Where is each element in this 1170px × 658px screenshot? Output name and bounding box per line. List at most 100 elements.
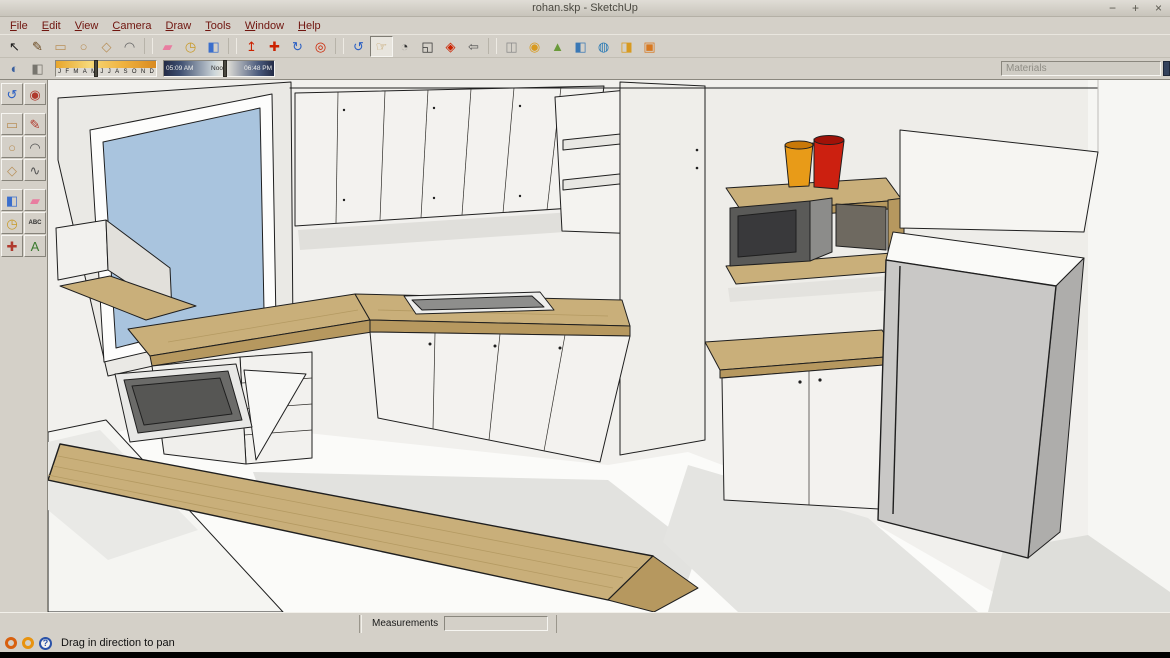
status-indicator-icon-1[interactable] bbox=[5, 637, 17, 649]
zoom-extents-icon: ◈ bbox=[446, 40, 456, 53]
eraser-button[interactable]: ▰ bbox=[156, 36, 179, 57]
circle-button[interactable]: ○ bbox=[72, 36, 95, 57]
rectangle-button[interactable]: ▭ bbox=[49, 36, 72, 57]
separator bbox=[556, 615, 557, 633]
zoom-extents-button[interactable]: ◈ bbox=[439, 36, 462, 57]
panel-edge-button[interactable] bbox=[1163, 61, 1170, 76]
paint-bucket-button[interactable]: ◧ bbox=[202, 36, 225, 57]
arc-button[interactable]: ◠ bbox=[24, 136, 46, 158]
polygon-button[interactable]: ◇ bbox=[1, 159, 23, 181]
title-bar: rohan.skp - SketchUp − + × bbox=[0, 0, 1170, 17]
materials-box[interactable]: Materials bbox=[1001, 61, 1161, 76]
orbit-icon: ↺ bbox=[7, 88, 18, 101]
menu-tools[interactable]: Tools bbox=[198, 19, 238, 33]
axes-button[interactable]: ✚ bbox=[1, 235, 23, 257]
viewport-3d-scene[interactable] bbox=[48, 80, 1170, 612]
offset-button[interactable]: ◎ bbox=[309, 36, 332, 57]
right-base-cabinets bbox=[705, 330, 898, 510]
polygon-icon: ◇ bbox=[102, 40, 112, 53]
pan-button[interactable]: ☞ bbox=[370, 36, 393, 57]
orbit-icon: ↺ bbox=[353, 40, 364, 53]
google-earth-icon: ◍ bbox=[598, 40, 609, 53]
minimize-button[interactable]: − bbox=[1109, 1, 1116, 15]
tape-measure-icon: ◷ bbox=[6, 217, 17, 230]
menu-draw[interactable]: Draw bbox=[159, 19, 199, 33]
zoom-window-button[interactable]: ◱ bbox=[416, 36, 439, 57]
menu-edit[interactable]: Edit bbox=[35, 19, 68, 33]
month-label: J bbox=[108, 68, 111, 76]
previous-view-button[interactable]: ⇦ bbox=[462, 36, 485, 57]
tape-measure-button[interactable]: ◷ bbox=[179, 36, 202, 57]
maximize-button[interactable]: + bbox=[1132, 1, 1139, 15]
shadow-settings-button[interactable]: ◐ bbox=[3, 58, 26, 79]
month-label: S bbox=[123, 68, 127, 76]
status-bar: ? Drag in direction to pan bbox=[0, 634, 1170, 652]
rotate-button[interactable]: ↻ bbox=[286, 36, 309, 57]
share-model-button[interactable]: ▣ bbox=[638, 36, 661, 57]
shadow-date-slider[interactable]: JFMAMJJASOND bbox=[55, 60, 157, 77]
materials-label: Materials bbox=[1006, 63, 1047, 74]
menu-file[interactable]: File bbox=[3, 19, 35, 33]
shadow-settings-icon: ◐ bbox=[11, 62, 19, 75]
add-location-button[interactable]: ◉ bbox=[523, 36, 546, 57]
paint-bucket-icon: ◧ bbox=[207, 40, 219, 53]
photo-textures-button[interactable]: ◧ bbox=[569, 36, 592, 57]
freehand-button[interactable]: ∿ bbox=[24, 159, 46, 181]
orbit-button[interactable]: ↺ bbox=[1, 83, 23, 105]
close-button[interactable]: × bbox=[1155, 1, 1162, 15]
get-models-button[interactable]: ◨ bbox=[615, 36, 638, 57]
position-camera-button[interactable]: ◉ bbox=[24, 83, 46, 105]
freehand-icon: ∿ bbox=[30, 164, 41, 177]
microwave bbox=[730, 198, 832, 266]
line-button[interactable]: ✎ bbox=[26, 36, 49, 57]
time-slider-thumb[interactable] bbox=[223, 60, 227, 77]
toggle-terrain-icon: ▲ bbox=[551, 40, 564, 53]
circle-button[interactable]: ○ bbox=[1, 136, 23, 158]
cups bbox=[785, 136, 844, 190]
3d-text-button[interactable]: A bbox=[24, 235, 46, 257]
status-indicator-icon-2[interactable] bbox=[22, 637, 34, 649]
photo-textures-icon: ◧ bbox=[574, 40, 586, 53]
menu-camera[interactable]: Camera bbox=[105, 19, 158, 33]
toggle-terrain-button[interactable]: ▲ bbox=[546, 36, 569, 57]
offset-icon: ◎ bbox=[315, 40, 326, 53]
group-separator bbox=[1, 106, 46, 112]
shadow-time-slider[interactable]: 05:09 AM Noon 06:48 PM bbox=[163, 60, 275, 77]
add-location-icon: ◉ bbox=[529, 40, 540, 53]
polygon-button[interactable]: ◇ bbox=[95, 36, 118, 57]
date-slider-thumb[interactable] bbox=[94, 60, 98, 77]
month-label: F bbox=[65, 68, 69, 76]
axes-icon: ✚ bbox=[7, 240, 18, 253]
polygon-icon: ◇ bbox=[7, 164, 17, 177]
select-button[interactable]: ↖ bbox=[3, 36, 26, 57]
menu-view[interactable]: View bbox=[68, 19, 106, 33]
tape-measure-button[interactable]: ◷ bbox=[1, 212, 23, 234]
month-label: N bbox=[141, 68, 145, 76]
orbit-button[interactable]: ↺ bbox=[347, 36, 370, 57]
section-plane-button[interactable]: ◫ bbox=[500, 36, 523, 57]
push-pull-button[interactable]: ↥ bbox=[240, 36, 263, 57]
line-icon: ✎ bbox=[30, 118, 41, 131]
push-pull-icon: ↥ bbox=[246, 40, 257, 53]
window-controls: − + × bbox=[1109, 1, 1162, 15]
menu-window[interactable]: Window bbox=[238, 19, 291, 33]
status-message: Drag in direction to pan bbox=[61, 637, 175, 649]
rectangle-button[interactable]: ▭ bbox=[1, 113, 23, 135]
line-button[interactable]: ✎ bbox=[24, 113, 46, 135]
zoom-button[interactable]: ◔ bbox=[393, 36, 416, 57]
paint-bucket-button[interactable]: ◧ bbox=[1, 189, 23, 211]
menu-help[interactable]: Help bbox=[291, 19, 328, 33]
line-icon: ✎ bbox=[32, 40, 43, 53]
viewport-3d[interactable] bbox=[48, 80, 1170, 612]
measurements-input[interactable] bbox=[444, 616, 548, 631]
eraser-button[interactable]: ▰ bbox=[24, 189, 46, 211]
arc-button[interactable]: ◠ bbox=[118, 36, 141, 57]
google-earth-button[interactable]: ◍ bbox=[592, 36, 615, 57]
wall-column bbox=[620, 82, 705, 455]
zoom-icon: ◔ bbox=[401, 40, 409, 53]
help-icon[interactable]: ? bbox=[39, 637, 52, 650]
move-button[interactable]: ✚ bbox=[263, 36, 286, 57]
toggle-shadows-button[interactable]: ◧ bbox=[26, 58, 49, 79]
text-button[interactable]: ABC bbox=[24, 212, 46, 234]
month-label: D bbox=[150, 68, 154, 76]
